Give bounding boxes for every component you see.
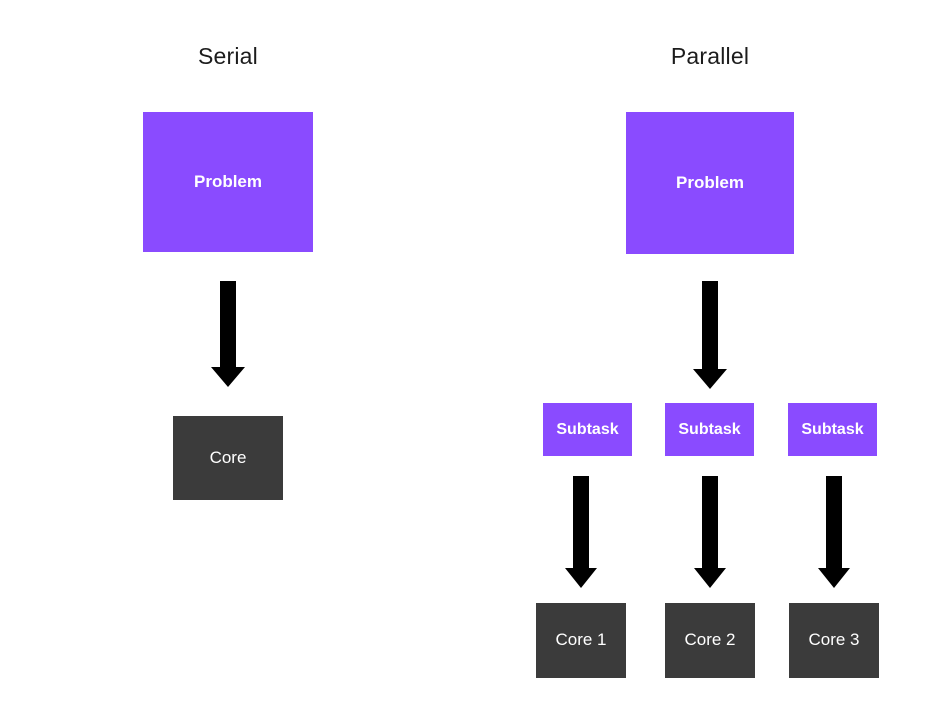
parallel-core-box-2: Core 2	[665, 603, 755, 678]
down-arrow-icon	[211, 281, 245, 387]
parallel-core-box-3: Core 3	[789, 603, 879, 678]
serial-section-title: Serial	[197, 43, 258, 69]
down-arrow-icon	[693, 281, 727, 389]
serial-core-box: Core	[173, 416, 283, 500]
parallel-problem-label: Problem	[675, 172, 745, 192]
parallel-core-box-1: Core 1	[536, 603, 626, 678]
down-arrow-icon	[565, 476, 597, 588]
parallel-subtask-to-core-arrow-2	[694, 476, 726, 588]
down-arrow-icon	[694, 476, 726, 588]
serial-core-label: Core	[209, 447, 247, 467]
parallel-subtask-box-1: Subtask	[543, 403, 632, 456]
serial-problem-label: Problem	[193, 171, 263, 191]
parallel-core-label-1: Core 1	[555, 630, 607, 650]
parallel-core-label-2: Core 2	[684, 630, 736, 650]
diagram-canvas: Serial Problem Core Parallel Problem Sub…	[0, 0, 942, 720]
parallel-problem-box: Problem	[626, 112, 794, 254]
serial-problem-box: Problem	[143, 112, 313, 252]
parallel-section-title: Parallel	[670, 43, 750, 69]
parallel-subtask-to-core-arrow-1	[565, 476, 597, 588]
parallel-subtask-box-2: Subtask	[665, 403, 754, 456]
parallel-subtask-to-core-arrow-3	[818, 476, 850, 588]
down-arrow-icon	[818, 476, 850, 588]
parallel-subtask-label-1: Subtask	[556, 420, 619, 438]
parallel-subtask-label-3: Subtask	[801, 420, 864, 438]
parallel-problem-to-subtask-arrow	[693, 281, 727, 389]
parallel-subtask-label-2: Subtask	[678, 420, 741, 438]
parallel-core-label-3: Core 3	[808, 630, 860, 650]
serial-problem-to-core-arrow	[211, 281, 245, 387]
parallel-subtask-box-3: Subtask	[788, 403, 877, 456]
